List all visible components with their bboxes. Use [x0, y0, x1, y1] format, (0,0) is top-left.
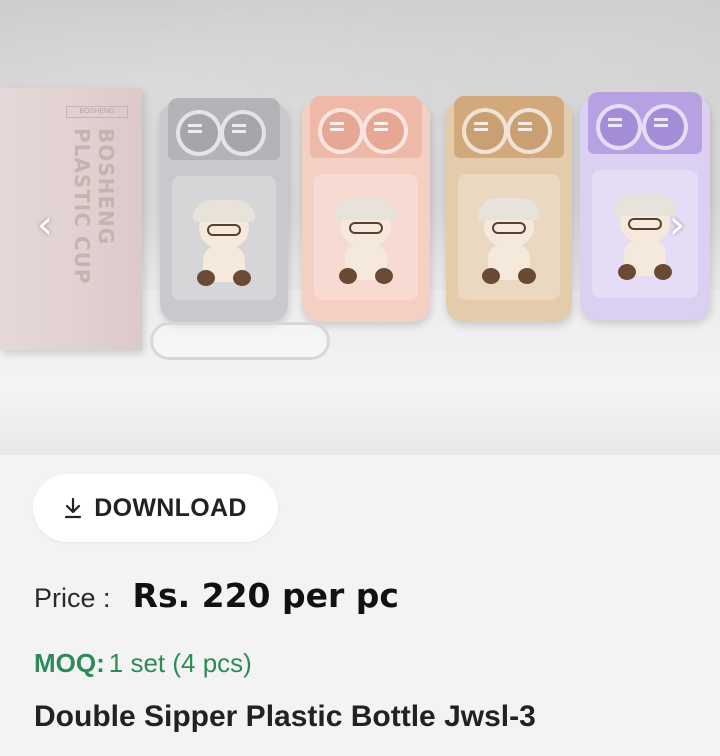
bear-illustration	[189, 200, 259, 290]
bear-illustration	[331, 198, 401, 288]
price-label: Price :	[34, 583, 111, 613]
bottle-pink	[302, 96, 430, 322]
download-label: DOWNLOAD	[94, 493, 247, 522]
bottle-beige	[446, 96, 572, 322]
box-brand-label: BOSHENG	[66, 106, 128, 118]
bottle-gray	[160, 98, 288, 322]
product-title: Double Sipper Plastic Bottle Jwsl-3	[34, 700, 536, 733]
price-value: Rs. 220 per pc	[132, 576, 399, 615]
bear-illustration	[474, 198, 544, 288]
chevron-left-icon[interactable]: ‹	[30, 205, 60, 245]
download-button[interactable]: DOWNLOAD	[33, 474, 278, 542]
download-icon	[65, 497, 82, 519]
chevron-right-icon[interactable]: ›	[662, 205, 692, 245]
moq-label: MOQ:	[34, 648, 105, 678]
price-row: Price : Rs. 220 per pc	[34, 576, 399, 615]
product-image-gallery[interactable]: BOSHENG BOSHENG PLASTIC CUP ‹ ›	[0, 0, 720, 455]
moq-value: 1 set (4 pcs)	[108, 648, 252, 678]
product-box: BOSHENG BOSHENG PLASTIC CUP	[0, 88, 142, 350]
bottle-strap	[150, 322, 330, 360]
moq-row: MOQ: 1 set (4 pcs)	[34, 648, 252, 679]
box-print-text: BOSHENG PLASTIC CUP	[70, 128, 118, 285]
